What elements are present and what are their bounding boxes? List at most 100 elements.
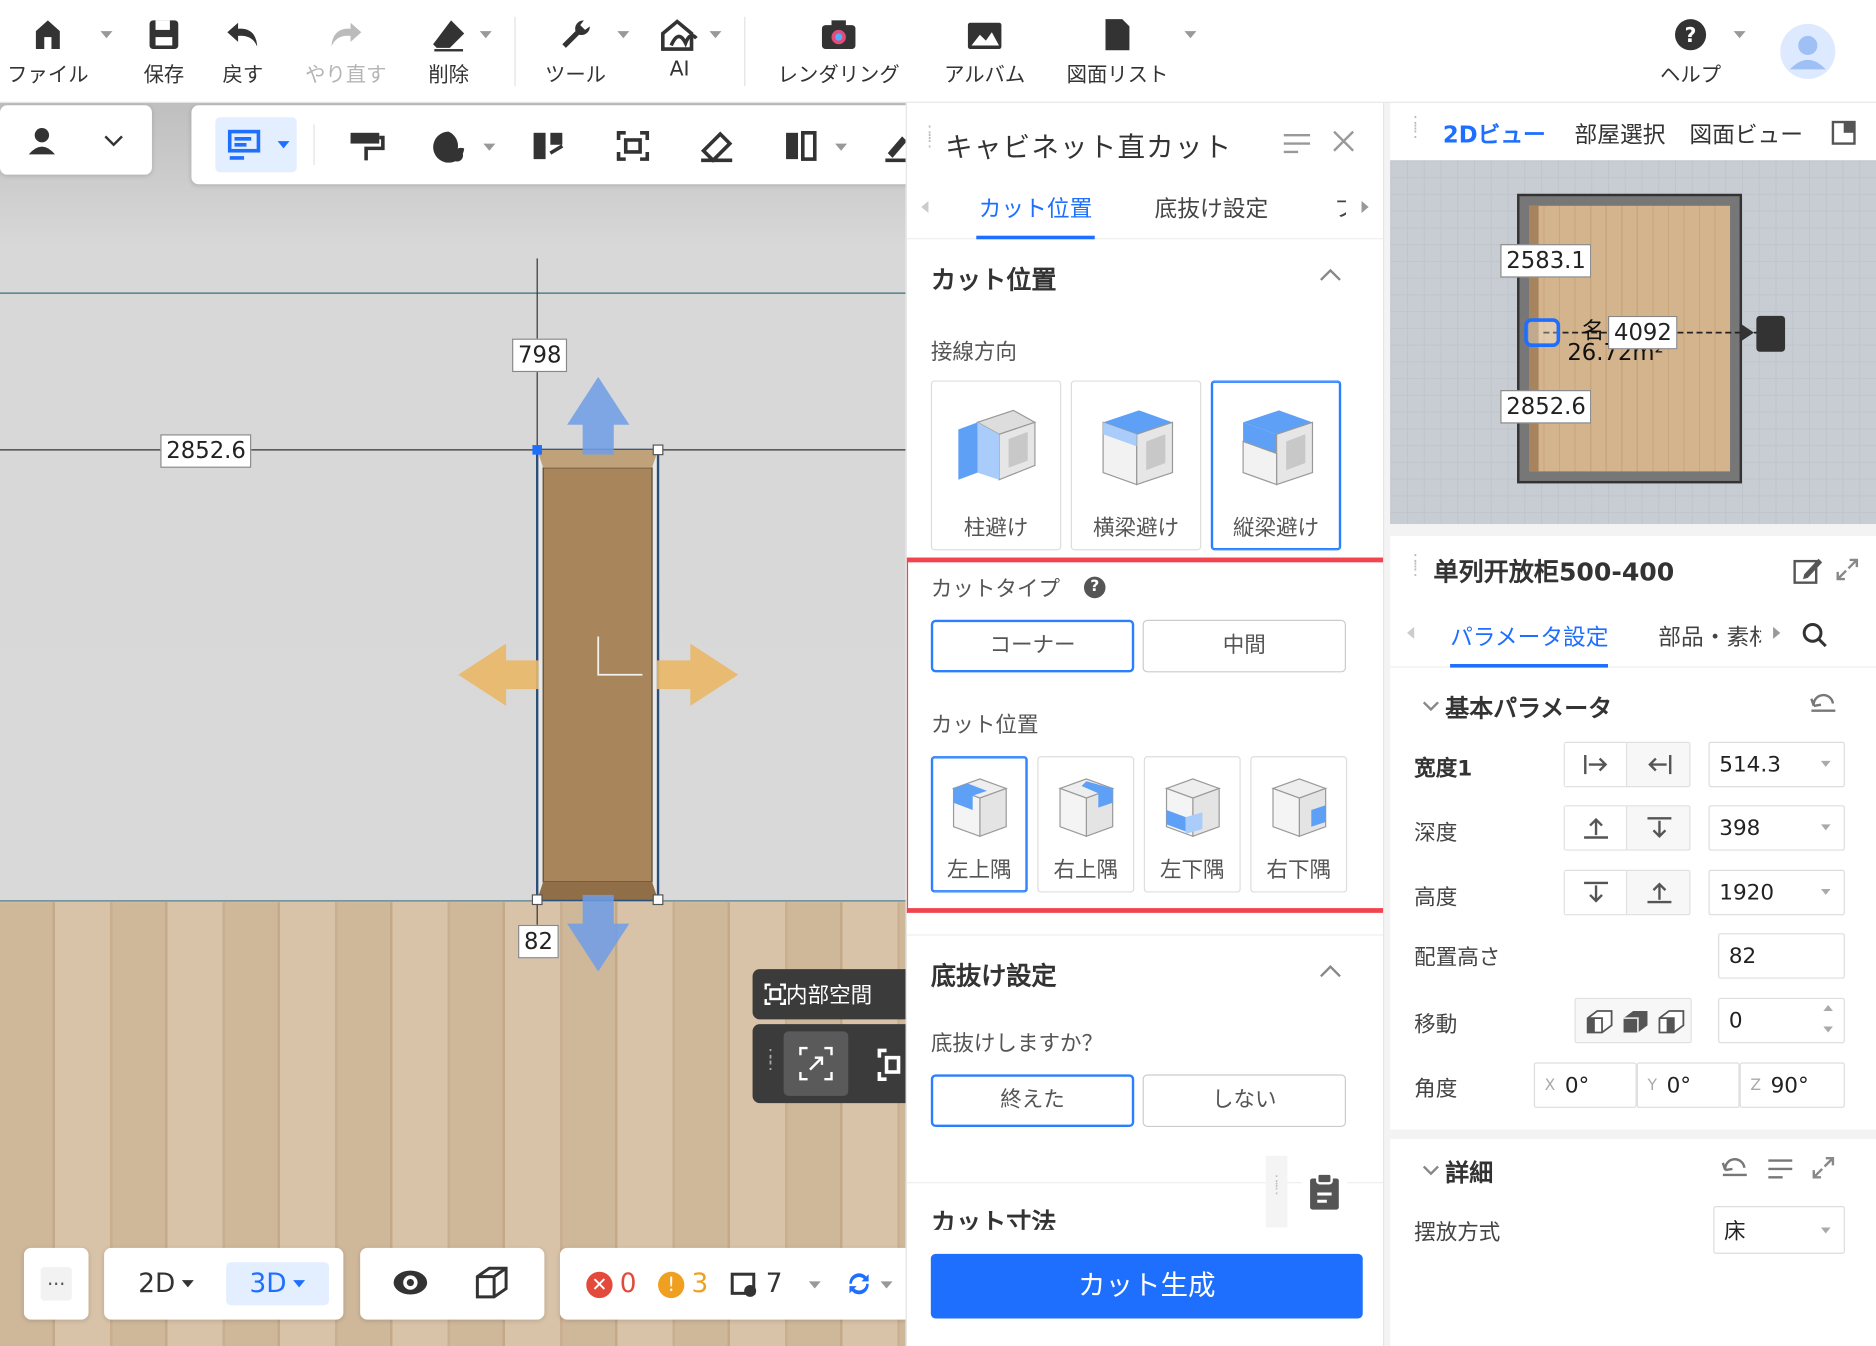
reset-icon[interactable]: [1809, 692, 1838, 716]
option-top-left[interactable]: 左上隅: [930, 756, 1028, 893]
drag-handle-icon[interactable]: ⋮ ⋮: [762, 1048, 779, 1072]
delete-button[interactable]: 削除: [421, 12, 476, 87]
chevron-down-icon[interactable]: [1421, 1163, 1440, 1177]
tab-scroll-left-icon[interactable]: [921, 201, 929, 213]
window-icon[interactable]: [1831, 120, 1857, 146]
chevron-down-icon[interactable]: [1820, 1227, 1831, 1234]
pen-icon[interactable]: [883, 129, 906, 163]
cut-type-corner-button[interactable]: コーナー: [930, 619, 1135, 673]
rendering-button[interactable]: レンダリング: [773, 12, 905, 87]
cut-type-middle-button[interactable]: 中間: [1142, 619, 1346, 673]
chevron-up-icon[interactable]: [1318, 962, 1342, 979]
frame-select-icon[interactable]: [615, 129, 651, 163]
expand-icon[interactable]: [1835, 558, 1859, 582]
cube-left-icon[interactable]: [1585, 1009, 1614, 1035]
help-button[interactable]: ? ヘルプ: [1657, 12, 1724, 87]
clipboard-button[interactable]: [1301, 1160, 1348, 1223]
chevron-down-icon[interactable]: [1733, 31, 1746, 39]
tab-parameters[interactable]: パラメータ設定: [1450, 620, 1609, 668]
drag-handle-icon[interactable]: ⋮ ⋮: [921, 124, 938, 149]
camera-select[interactable]: [0, 105, 152, 175]
chevron-up-icon[interactable]: [1318, 266, 1342, 283]
cube-right-icon[interactable]: [1657, 1009, 1686, 1035]
chevron-up-icon[interactable]: [1823, 1005, 1833, 1011]
close-icon[interactable]: [1330, 128, 1356, 154]
dimension-label[interactable]: 2583.1: [1500, 244, 1592, 278]
ai-button[interactable]: AI: [656, 12, 704, 81]
tab-2d-view[interactable]: 2Dビュー: [1443, 117, 1546, 149]
bottom-yes-button[interactable]: 終えた: [930, 1074, 1135, 1128]
generate-cut-button[interactable]: カット生成: [930, 1253, 1363, 1319]
chevron-down-icon[interactable]: [617, 31, 630, 39]
item-count[interactable]: 7: [730, 1269, 782, 1299]
drag-handle-icon[interactable]: ⋮ ⋮: [1265, 1155, 1288, 1228]
palette-icon[interactable]: [431, 129, 469, 163]
edit-icon[interactable]: [1792, 555, 1823, 586]
help-icon[interactable]: ?: [1083, 576, 1106, 599]
tab-drawing-view[interactable]: 図面ビュー: [1689, 117, 1803, 149]
depth-front-button[interactable]: [1564, 806, 1628, 850]
select-tool-button[interactable]: [215, 117, 297, 173]
height-up-button[interactable]: [1628, 871, 1690, 914]
chevron-down-icon[interactable]: [1820, 824, 1831, 831]
option-bottom-left[interactable]: 左下隅: [1143, 756, 1241, 893]
option-pillar-avoid[interactable]: 柱避け: [930, 380, 1062, 551]
tab-scroll-left-icon[interactable]: [1407, 626, 1415, 639]
tab-scroll-right-icon[interactable]: [1773, 626, 1781, 639]
sync-icon[interactable]: [845, 1269, 874, 1298]
album-button[interactable]: アルバム: [940, 12, 1029, 87]
expand-icon[interactable]: [1811, 1156, 1835, 1180]
mode-2d-button[interactable]: 2D: [118, 1262, 214, 1305]
file-menu-button[interactable]: ファイル: [5, 12, 91, 87]
save-button[interactable]: 保存: [136, 12, 191, 87]
2d-canvas[interactable]: 名 26.72m² 2583.1 4092 2852.6: [1390, 160, 1876, 525]
3d-viewport[interactable]: 798 2852.6 82 内部空間 ⋮ ⋮ ... 2D 3D ✕ 0 ! 3…: [0, 102, 906, 1346]
eye-icon[interactable]: [391, 1267, 429, 1298]
warning-count[interactable]: ! 3: [658, 1269, 708, 1299]
chevron-down-icon[interactable]: [1823, 1026, 1833, 1033]
angle-y-input[interactable]: Y 0°: [1636, 1062, 1740, 1108]
cube-icon[interactable]: [473, 1265, 511, 1301]
dimension-label[interactable]: 4092: [1608, 315, 1678, 350]
option-bottom-right[interactable]: 右下隅: [1250, 756, 1348, 893]
more-button[interactable]: ...: [23, 1247, 89, 1320]
reset-icon[interactable]: [1720, 1156, 1749, 1180]
tab-room-select[interactable]: 部屋選択: [1575, 117, 1666, 149]
dimension-label[interactable]: 2852.6: [1500, 390, 1592, 424]
option-vertical-beam-avoid[interactable]: 縦梁避け: [1210, 380, 1342, 551]
undo-button[interactable]: 戻す: [215, 12, 270, 87]
option-top-right[interactable]: 右上隅: [1037, 756, 1135, 893]
board-edit-icon[interactable]: [699, 129, 735, 163]
chevron-down-icon[interactable]: [709, 31, 722, 39]
width-left-button[interactable]: [1564, 742, 1628, 787]
dimension-label[interactable]: 82: [518, 924, 559, 959]
list-collapse-icon[interactable]: [1766, 1158, 1795, 1180]
option-horizontal-beam-avoid[interactable]: 横梁避け: [1070, 380, 1202, 551]
avatar[interactable]: [1780, 23, 1836, 79]
mode-3d-button[interactable]: 3D: [226, 1262, 330, 1306]
chevron-down-icon[interactable]: [1184, 31, 1197, 39]
chevron-down-icon[interactable]: [100, 31, 113, 39]
tab-more[interactable]: フ: [1334, 191, 1346, 223]
paint-roller-icon[interactable]: [347, 129, 385, 163]
selected-cabinet-marker[interactable]: [1524, 318, 1561, 347]
error-count[interactable]: ✕ 0: [586, 1269, 637, 1299]
inner-space-button[interactable]: 内部空間: [752, 969, 906, 1020]
split-icon[interactable]: [530, 129, 566, 163]
drag-handle-icon[interactable]: ⋮ ⋮: [1407, 115, 1424, 140]
dimension-label[interactable]: 798: [512, 338, 568, 373]
dimension-label[interactable]: 2852.6: [160, 434, 252, 468]
cabinet-split-icon[interactable]: [782, 129, 818, 163]
collapse-icon[interactable]: [1281, 132, 1312, 156]
search-icon[interactable]: [1802, 622, 1828, 648]
drawing-list-button[interactable]: 図面リスト: [1062, 12, 1172, 87]
chevron-down-icon[interactable]: [808, 1281, 821, 1289]
width-right-button[interactable]: [1628, 743, 1690, 786]
chevron-down-icon[interactable]: [1421, 699, 1440, 713]
chevron-down-icon[interactable]: [483, 143, 496, 151]
redo-button[interactable]: やり直す: [299, 12, 392, 87]
tab-bottom-setting[interactable]: 底抜け設定: [1155, 191, 1269, 223]
height-down-button[interactable]: [1564, 871, 1628, 915]
chevron-down-icon[interactable]: [835, 143, 848, 151]
tab-parts-materials[interactable]: 部品・素材: [1658, 620, 1761, 651]
